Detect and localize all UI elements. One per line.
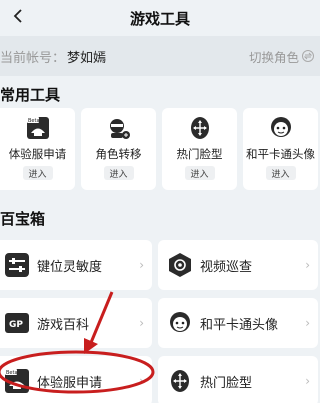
game-wiki-icon: GP bbox=[3, 309, 31, 337]
enter-button[interactable]: 进入 bbox=[103, 166, 134, 180]
page-title: 游戏工具 bbox=[129, 9, 190, 28]
beta-server-icon: Beta bbox=[25, 115, 51, 141]
beta-server-icon: Beta bbox=[3, 367, 31, 395]
top-bar: 游戏工具 bbox=[0, 0, 320, 36]
svg-text:GP: GP bbox=[9, 320, 23, 330]
cartoon-avatar-icon bbox=[268, 115, 294, 141]
svg-text:Beta: Beta bbox=[28, 118, 40, 124]
treasure-box-grid: 键位灵敏度 › 视频巡查 › GP 游戏百科 › 和平卡通头像 › Beta 体… bbox=[0, 240, 320, 403]
chevron-right-icon: › bbox=[139, 316, 144, 330]
common-tools-title: 常用工具 bbox=[0, 85, 61, 104]
enter-button[interactable]: 进入 bbox=[22, 166, 53, 180]
chevron-right-icon: › bbox=[139, 258, 144, 272]
treasure-box-title: 百宝箱 bbox=[0, 209, 46, 228]
switch-role-button[interactable]: 切换角色 bbox=[249, 47, 314, 66]
tool-label: 和平卡通头像 bbox=[246, 147, 315, 161]
switch-role-label: 切换角色 bbox=[248, 49, 299, 65]
tool-card-cartoon-avatar[interactable]: 和平卡通头像 进入 bbox=[243, 108, 318, 190]
tool-label: 体验服申请 bbox=[8, 147, 67, 161]
chevron-right-icon: › bbox=[305, 258, 310, 272]
account-bar: 当前帐号： 梦如嫣 切换角色 bbox=[0, 36, 320, 76]
box-item-sensitivity[interactable]: 键位灵敏度 › bbox=[0, 240, 152, 290]
box-label: 键位灵敏度 bbox=[37, 259, 103, 275]
enter-button[interactable]: 进入 bbox=[265, 166, 296, 180]
switch-icon bbox=[302, 50, 314, 62]
video-patrol-icon bbox=[166, 251, 194, 279]
cartoon-avatar-icon bbox=[166, 309, 194, 337]
box-label: 和平卡通头像 bbox=[200, 317, 279, 333]
popular-face-icon bbox=[187, 115, 213, 141]
tool-card-beta-server[interactable]: Beta 体验服申请 进入 bbox=[0, 108, 75, 190]
box-label: 视频巡查 bbox=[200, 259, 253, 275]
chevron-right-icon: › bbox=[305, 374, 310, 388]
box-label: 热门脸型 bbox=[200, 375, 253, 391]
current-account: 当前帐号： 梦如嫣 bbox=[0, 47, 106, 66]
chevron-right-icon: › bbox=[139, 374, 144, 388]
back-arrow-icon bbox=[13, 9, 22, 23]
box-item-cartoon-avatar[interactable]: 和平卡通头像 › bbox=[158, 298, 318, 348]
back-button[interactable] bbox=[4, 2, 32, 30]
box-item-popular-face[interactable]: 热门脸型 › bbox=[158, 356, 318, 403]
account-prefix: 当前帐号： bbox=[0, 50, 66, 66]
account-name: 梦如嫣 bbox=[67, 50, 107, 66]
tool-card-popular-face[interactable]: 热门脸型 进入 bbox=[162, 108, 237, 190]
box-item-game-wiki[interactable]: GP 游戏百科 › bbox=[0, 298, 152, 348]
common-tools-row: Beta 体验服申请 进入 角色转移 进入 热门脸型 进入 和平卡通头像 进入 bbox=[0, 108, 320, 190]
svg-text:Beta: Beta bbox=[6, 370, 18, 376]
box-item-beta-server[interactable]: Beta 体验服申请 › bbox=[0, 356, 152, 403]
tool-card-role-transfer[interactable]: 角色转移 进入 bbox=[81, 108, 156, 190]
box-label: 体验服申请 bbox=[37, 375, 103, 391]
tool-label: 角色转移 bbox=[95, 147, 142, 161]
role-transfer-icon bbox=[106, 115, 132, 141]
sensitivity-icon bbox=[3, 251, 31, 279]
box-item-video-patrol[interactable]: 视频巡查 › bbox=[158, 240, 318, 290]
box-label: 游戏百科 bbox=[37, 317, 90, 333]
popular-face-icon bbox=[166, 367, 194, 395]
enter-button[interactable]: 进入 bbox=[184, 166, 215, 180]
tool-label: 热门脸型 bbox=[176, 147, 223, 161]
chevron-right-icon: › bbox=[305, 316, 310, 330]
